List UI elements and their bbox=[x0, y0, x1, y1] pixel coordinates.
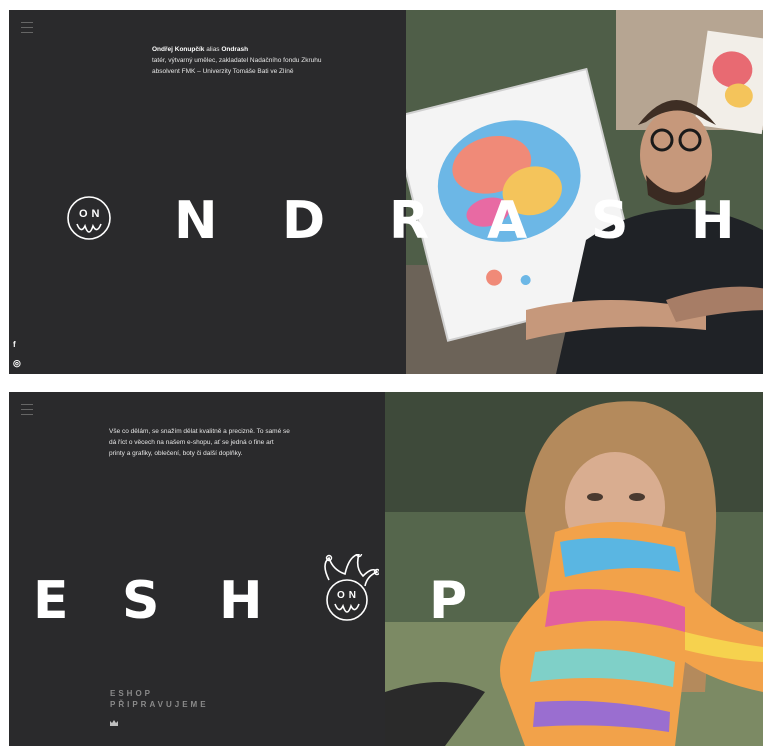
crown-icon bbox=[110, 713, 118, 731]
intro-alias-word: alias bbox=[206, 46, 220, 53]
eshop-section: Vše co dělám, se snažím dělat kvalitně a… bbox=[9, 392, 763, 746]
eshop-photo-illustration bbox=[385, 392, 763, 746]
intro-name: Ondřej Konupčík bbox=[152, 46, 205, 53]
eshop-letter-h: H bbox=[219, 571, 263, 631]
eshop-coming-label: ESHOP PŘIPRAVUJEME bbox=[110, 688, 209, 710]
eshop-letter-e: E bbox=[33, 571, 69, 631]
hero-intro: Ondřej Konupčík alias Ondrash tatér, výt… bbox=[152, 44, 342, 77]
on-logo[interactable]: ON bbox=[65, 194, 113, 249]
facebook-icon[interactable]: f bbox=[13, 340, 16, 349]
hero-letter-a: A bbox=[487, 191, 528, 251]
eshop-label-line-1: ESHOP bbox=[110, 689, 154, 698]
eshop-intro: Vše co dělám, se snažím dělat kvalitně a… bbox=[109, 426, 299, 459]
hero-section: Ondřej Konupčík alias Ondrash tatér, výt… bbox=[9, 10, 763, 374]
on-logo-text: ON bbox=[79, 208, 104, 220]
eshop-intro-line-1: Vše co dělám, se snažím dělat kvalitně a… bbox=[109, 428, 290, 435]
intro-alias: Ondrash bbox=[221, 46, 249, 53]
intro-line-1: tatér, výtvarný umělec, zakladatel Nadač… bbox=[152, 57, 322, 64]
menu-icon[interactable] bbox=[21, 22, 33, 33]
hero-letter-n: N bbox=[174, 191, 218, 251]
instagram-icon[interactable]: ◎ bbox=[13, 358, 21, 369]
eshop-letter-p: P bbox=[429, 571, 468, 631]
eshop-intro-line-2: dá říct o věcech na našem e-shopu, ať se… bbox=[109, 439, 274, 446]
hero-letter-s: S bbox=[591, 191, 629, 251]
eshop-intro-line-3: printy a grafiky, oblečení, boty či dalš… bbox=[109, 450, 243, 457]
hero-letter-h: H bbox=[691, 191, 735, 251]
jester-logo-text: ON bbox=[337, 590, 360, 601]
intro-line-2: absolvent FMK – Univerzity Tomáše Bati v… bbox=[152, 68, 294, 75]
hero-letter-d: D bbox=[282, 191, 326, 251]
menu-icon[interactable] bbox=[21, 404, 33, 415]
hero-letter-r: R bbox=[389, 191, 430, 251]
eshop-label-line-2: PŘIPRAVUJEME bbox=[110, 700, 209, 709]
eshop-photo bbox=[385, 392, 763, 746]
eshop-letter-s: S bbox=[122, 571, 160, 631]
jester-logo[interactable]: ON bbox=[315, 550, 381, 629]
